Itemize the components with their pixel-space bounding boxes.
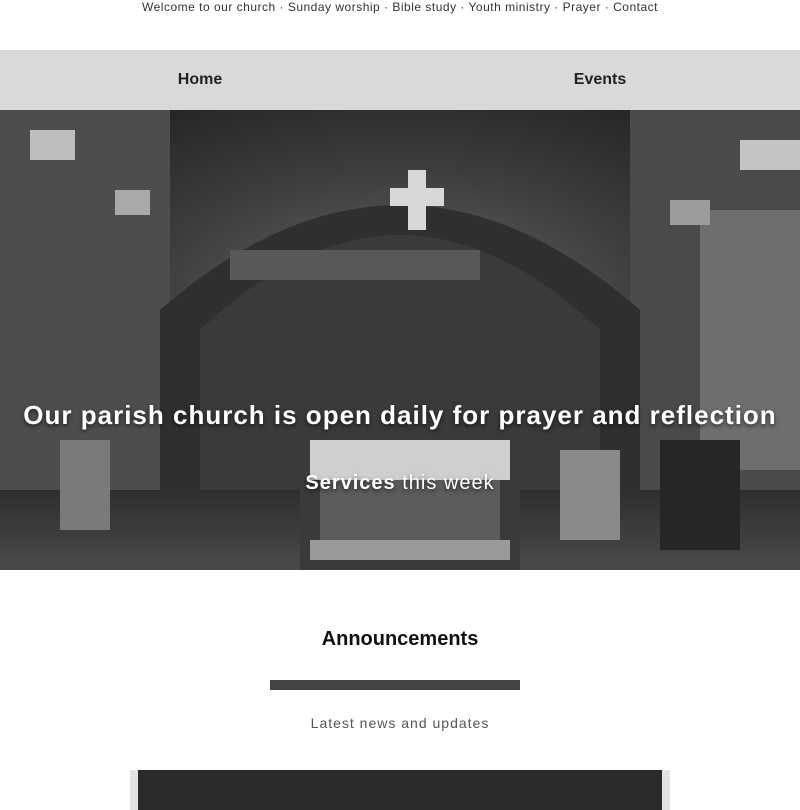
content-card-top[interactable] (130, 770, 670, 810)
hero-subtitle-bold: Services (305, 472, 396, 494)
top-announcement-bar: Welcome to our church · Sunday worship ·… (0, 0, 800, 48)
tab-home[interactable]: Home (0, 50, 400, 110)
section-caption: Latest news and updates (310, 715, 490, 731)
hero-subtitle: Services this week (0, 472, 800, 495)
section-divider (270, 680, 520, 690)
tab-events[interactable]: Events (400, 50, 800, 110)
church-interior-image (0, 110, 800, 570)
hero-subtitle-rest: this week (395, 472, 495, 494)
top-announcement-text: Welcome to our church · Sunday worship ·… (142, 0, 658, 14)
nav-tabs: Home Events (0, 50, 800, 110)
hero-title: Our parish church is open daily for pray… (23, 400, 777, 430)
hero-banner: Our parish church is open daily for pray… (0, 110, 800, 570)
section-heading: Announcements (321, 628, 479, 650)
